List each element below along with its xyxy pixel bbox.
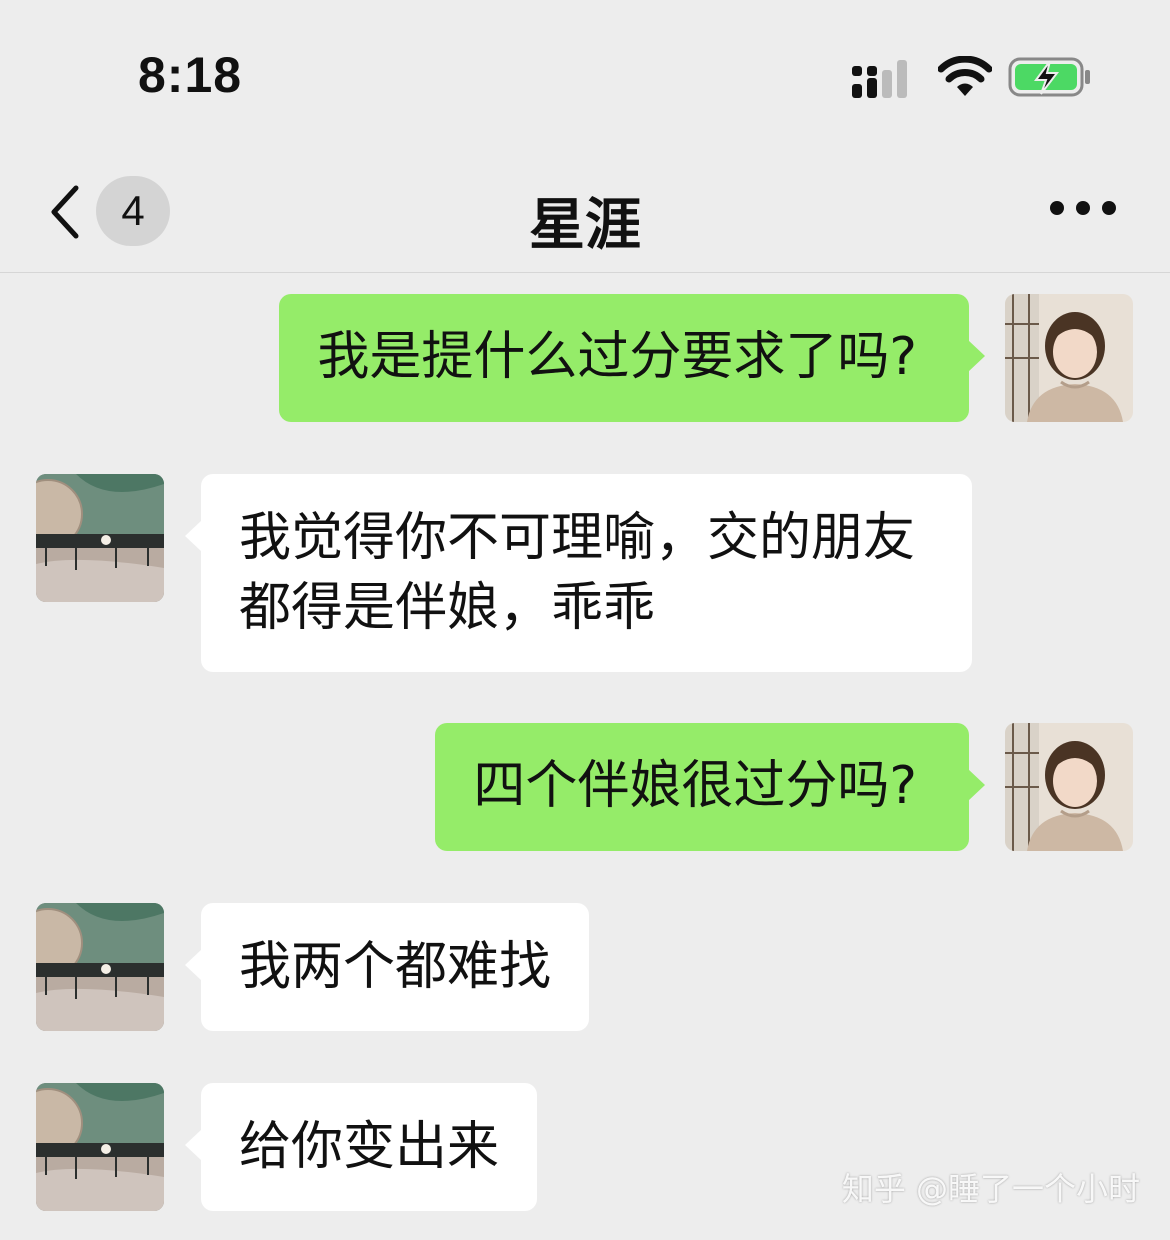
avatar-self-image <box>1005 723 1133 851</box>
avatar-other[interactable] <box>36 1083 164 1211</box>
message-text: 我觉得你不可理喻，交的朋友都得是伴娘，乖乖 <box>239 508 916 638</box>
avatar-other[interactable] <box>36 474 164 602</box>
signal-icon <box>852 60 907 98</box>
more-options-button[interactable] <box>1050 190 1120 230</box>
avatar-other[interactable] <box>36 903 164 1031</box>
chat-title: 星涯 <box>529 193 641 258</box>
message-text: 四个伴娘很过分吗? <box>473 756 917 816</box>
message-text: 我两个都难找 <box>239 937 552 997</box>
ellipsis-dot <box>1102 201 1116 215</box>
message-list[interactable]: 我是提什么过分要求了吗? 我觉得你不可理喻，交的朋友都得是伴娘，乖乖 四个伴娘很… <box>0 273 1170 1240</box>
status-bar: 8:18 <box>0 0 1170 150</box>
message-text: 我是提什么过分要求了吗? <box>317 327 917 387</box>
avatar-other-image <box>36 903 164 1031</box>
avatar-self[interactable] <box>1005 294 1133 422</box>
battery-charging-icon <box>1008 57 1090 97</box>
message-bubble-other[interactable]: 我两个都难找 <box>184 903 590 1031</box>
watermark: 知乎 @睡了一个小时 <box>841 1170 1140 1208</box>
avatar-other-image <box>36 474 164 602</box>
avatar-other-image <box>36 1083 164 1211</box>
avatar-self-image <box>1005 294 1133 422</box>
message-text: 给你变出来 <box>239 1117 500 1177</box>
chat-header: 4 星涯 <box>0 150 1170 273</box>
ellipsis-dot <box>1076 201 1090 215</box>
status-icons <box>832 52 1092 104</box>
message-bubble-self[interactable]: 我是提什么过分要求了吗? <box>279 294 985 422</box>
status-time: 8:18 <box>138 47 243 103</box>
avatar-self[interactable] <box>1005 723 1133 851</box>
wifi-icon <box>938 56 992 96</box>
ellipsis-icon <box>1050 201 1064 215</box>
message-bubble-self[interactable]: 四个伴娘很过分吗? <box>435 723 985 851</box>
message-bubble-other[interactable]: 我觉得你不可理喻，交的朋友都得是伴娘，乖乖 <box>185 474 972 672</box>
message-bubble-other[interactable]: 给你变出来 <box>184 1083 538 1211</box>
